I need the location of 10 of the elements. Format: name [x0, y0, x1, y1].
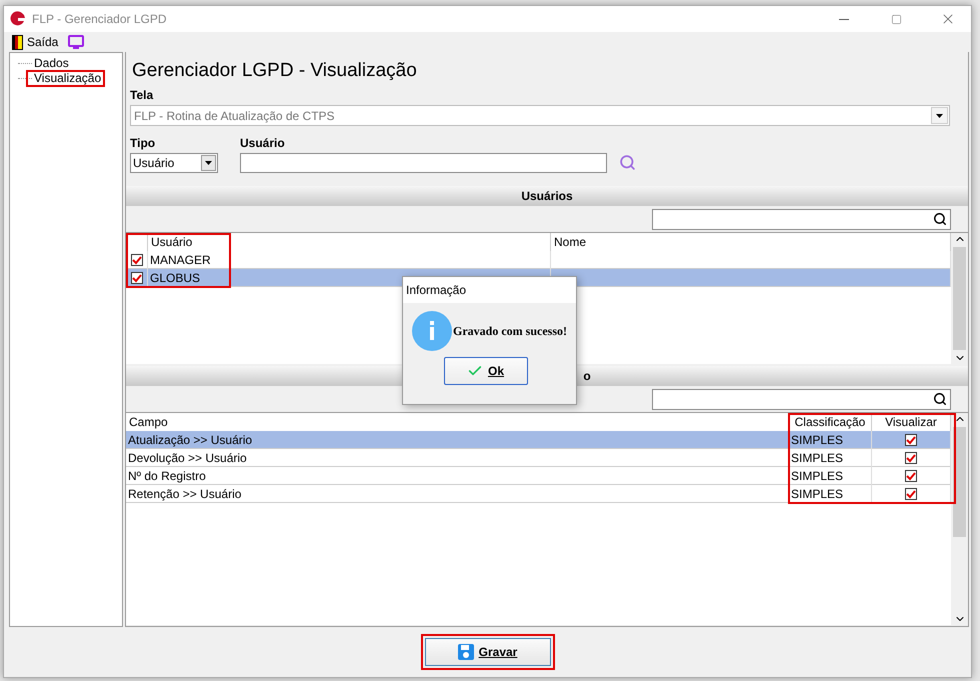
section-title: Usuários — [126, 186, 968, 206]
page-heading: Gerenciador LGPD - Visualização — [132, 60, 418, 83]
window-title: FLP - Gerenciador LGPD — [32, 12, 168, 26]
table-cell: SIMPLES — [789, 485, 872, 503]
table-cell: Retenção >> Usuário — [126, 485, 789, 503]
field-label: Tipo — [130, 136, 156, 150]
dialog-title: Informação — [403, 277, 576, 303]
field-label: Tela — [130, 88, 154, 102]
field-label: Usuário — [240, 136, 286, 150]
dialog-message: Gravado com sucesso! — [453, 324, 567, 338]
